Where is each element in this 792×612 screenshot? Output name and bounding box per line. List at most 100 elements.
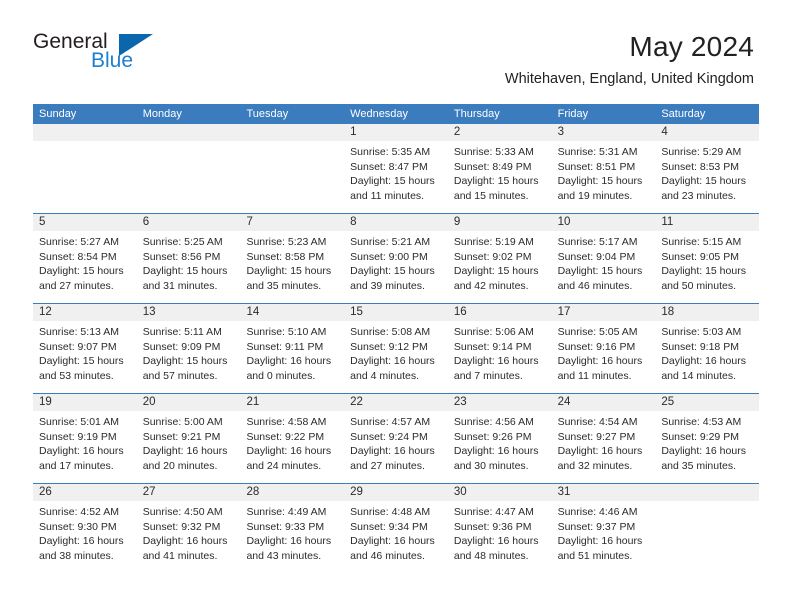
day-cell-4[interactable]: Sunrise: 5:29 AM Sunset: 8:53 PM Daylight:… [655, 141, 759, 213]
day-number-13[interactable]: 13 [137, 304, 241, 321]
day-detail-line: Sunset: 9:36 PM [453, 520, 532, 533]
day-number-2[interactable]: 2 [448, 124, 552, 141]
day-detail-line: Sunset: 9:14 PM [453, 340, 532, 353]
general-blue-logo[interactable]: General Blue [33, 30, 163, 74]
week-detail-cells: Sunrise: 5:35 AM Sunset: 8:47 PM Daylight:… [33, 141, 759, 213]
day-number-14[interactable]: 14 [240, 304, 344, 321]
day-detail-line: and 4 minutes. [350, 369, 420, 382]
day-number-23[interactable]: 23 [448, 394, 552, 411]
day-cell-8[interactable]: Sunrise: 5:21 AM Sunset: 9:00 PM Daylight:… [344, 231, 448, 303]
day-number-18[interactable]: 18 [655, 304, 759, 321]
day-number-29[interactable]: 29 [344, 484, 448, 501]
day-number-empty [33, 124, 137, 141]
title-block: May 2024 Whitehaven, England, United Kin… [505, 30, 756, 90]
day-detail-line: and 32 minutes. [557, 459, 633, 472]
day-detail-line: and 30 minutes. [453, 459, 529, 472]
day-cell-7[interactable]: Sunrise: 5:23 AM Sunset: 8:58 PM Daylight:… [240, 231, 344, 303]
day-cell-26[interactable]: Sunrise: 4:52 AM Sunset: 9:30 PM Daylight:… [33, 501, 137, 573]
day-number-9[interactable]: 9 [448, 214, 552, 231]
day-cell-6[interactable]: Sunrise: 5:25 AM Sunset: 8:56 PM Daylight:… [137, 231, 241, 303]
day-number-16[interactable]: 16 [448, 304, 552, 321]
day-detail-line: Sunset: 9:27 PM [557, 430, 636, 443]
day-number-26[interactable]: 26 [33, 484, 137, 501]
day-number-12[interactable]: 12 [33, 304, 137, 321]
week-detail-cells: Sunrise: 5:27 AM Sunset: 8:54 PM Daylight:… [33, 231, 759, 303]
day-number-4[interactable]: 4 [655, 124, 759, 141]
day-cell-14[interactable]: Sunrise: 5:10 AM Sunset: 9:11 PM Daylight:… [240, 321, 344, 393]
day-cell-23[interactable]: Sunrise: 4:56 AM Sunset: 9:26 PM Daylight:… [448, 411, 552, 483]
day-number-30[interactable]: 30 [448, 484, 552, 501]
day-number-5[interactable]: 5 [33, 214, 137, 231]
day-cell-27[interactable]: Sunrise: 4:50 AM Sunset: 9:32 PM Daylight:… [137, 501, 241, 573]
day-number-8[interactable]: 8 [344, 214, 448, 231]
day-cell-24[interactable]: Sunrise: 4:54 AM Sunset: 9:27 PM Daylight:… [552, 411, 656, 483]
day-detail-line: and 38 minutes. [39, 549, 114, 562]
day-number-28[interactable]: 28 [240, 484, 344, 501]
day-number-6[interactable]: 6 [137, 214, 241, 231]
day-detail-line: and 11 minutes. [350, 189, 425, 202]
day-number-20[interactable]: 20 [137, 394, 241, 411]
day-detail-line: Daylight: 16 hours [453, 445, 539, 457]
day-number-17[interactable]: 17 [552, 304, 656, 321]
day-detail-line: Daylight: 16 hours [246, 445, 332, 457]
day-cell-21[interactable]: Sunrise: 4:58 AM Sunset: 9:22 PM Daylight:… [240, 411, 344, 483]
day-cell-19[interactable]: Sunrise: 5:01 AM Sunset: 9:19 PM Daylight:… [33, 411, 137, 483]
day-cell-15[interactable]: Sunrise: 5:08 AM Sunset: 9:12 PM Daylight:… [344, 321, 448, 393]
day-cell-29[interactable]: Sunrise: 4:48 AM Sunset: 9:34 PM Daylight:… [344, 501, 448, 573]
page-header: General Blue May 2024 Whitehaven, Englan… [0, 0, 792, 87]
day-cell-28[interactable]: Sunrise: 4:49 AM Sunset: 9:33 PM Daylight:… [240, 501, 344, 573]
day-number-15[interactable]: 15 [344, 304, 448, 321]
day-detail-line: Daylight: 15 hours [142, 265, 228, 277]
day-detail-line: Daylight: 15 hours [661, 175, 746, 187]
day-cell-16[interactable]: Sunrise: 5:06 AM Sunset: 9:14 PM Daylight:… [448, 321, 552, 393]
day-cell-30[interactable]: Sunrise: 4:47 AM Sunset: 9:36 PM Daylight:… [448, 501, 552, 573]
day-cell-12[interactable]: Sunrise: 5:13 AM Sunset: 9:07 PM Daylight:… [33, 321, 137, 393]
day-cell-18[interactable]: Sunrise: 5:03 AM Sunset: 9:18 PM Daylight:… [655, 321, 759, 393]
day-number-3[interactable]: 3 [552, 124, 656, 141]
day-number-25[interactable]: 25 [655, 394, 759, 411]
day-cell-20[interactable]: Sunrise: 5:00 AM Sunset: 9:21 PM Daylight:… [137, 411, 241, 483]
day-detail-line: Sunrise: 4:53 AM [661, 416, 742, 428]
day-cell-31[interactable]: Sunrise: 4:46 AM Sunset: 9:37 PM Daylight:… [552, 501, 656, 573]
day-detail-line: Sunset: 9:00 PM [350, 250, 428, 263]
day-number-11[interactable]: 11 [655, 214, 759, 231]
day-cell-3[interactable]: Sunrise: 5:31 AM Sunset: 8:51 PM Daylight:… [552, 141, 656, 213]
day-detail-line: Sunrise: 5:11 AM [142, 326, 222, 338]
day-detail-line: and 23 minutes. [661, 189, 737, 202]
day-cell-17[interactable]: Sunrise: 5:05 AM Sunset: 9:16 PM Daylight:… [552, 321, 656, 393]
day-detail-line: Sunset: 9:11 PM [246, 340, 324, 353]
day-cell-13[interactable]: Sunrise: 5:11 AM Sunset: 9:09 PM Daylight:… [137, 321, 241, 393]
day-number-1[interactable]: 1 [344, 124, 448, 141]
day-number-7[interactable]: 7 [240, 214, 344, 231]
day-detail-line: Sunrise: 4:48 AM [350, 506, 431, 518]
day-detail-line: and 24 minutes. [246, 459, 322, 472]
day-cell-22[interactable]: Sunrise: 4:57 AM Sunset: 9:24 PM Daylight:… [344, 411, 448, 483]
day-cell-1[interactable]: Sunrise: 5:35 AM Sunset: 8:47 PM Daylight:… [344, 141, 448, 213]
day-cell-10[interactable]: Sunrise: 5:17 AM Sunset: 9:04 PM Daylight:… [552, 231, 656, 303]
day-number-10[interactable]: 10 [552, 214, 656, 231]
day-detail-line: and 46 minutes. [557, 279, 633, 292]
day-detail-line: Sunrise: 5:23 AM [246, 236, 327, 248]
day-number-27[interactable]: 27 [137, 484, 241, 501]
day-detail-line: Daylight: 15 hours [350, 265, 435, 277]
day-detail-line: Sunset: 8:51 PM [557, 160, 636, 173]
day-number-21[interactable]: 21 [240, 394, 344, 411]
day-detail-line: Daylight: 16 hours [39, 535, 124, 547]
day-number-24[interactable]: 24 [552, 394, 656, 411]
week-detail-cells: Sunrise: 5:01 AM Sunset: 9:19 PM Daylight:… [33, 411, 759, 483]
week-date-numbers: 12 13 14 15 16 17 18 [33, 304, 759, 321]
day-number-22[interactable]: 22 [344, 394, 448, 411]
day-number-31[interactable]: 31 [552, 484, 656, 501]
day-detail-line: Sunrise: 5:17 AM [557, 236, 638, 248]
day-cell-11[interactable]: Sunrise: 5:15 AM Sunset: 9:05 PM Daylight:… [655, 231, 759, 303]
day-detail-line: Sunrise: 4:54 AM [557, 416, 638, 428]
day-cell-5[interactable]: Sunrise: 5:27 AM Sunset: 8:54 PM Daylight:… [33, 231, 137, 303]
weekday-header-tuesday: Tuesday [246, 108, 289, 120]
calendar-week-row: 12 13 14 15 16 17 18 Sunrise: 5:13 AM Sunset: 9:… [33, 303, 759, 393]
day-cell-9[interactable]: Sunrise: 5:19 AM Sunset: 9:02 PM Daylight:… [448, 231, 552, 303]
day-number-19[interactable]: 19 [33, 394, 137, 411]
day-cell-2[interactable]: Sunrise: 5:33 AM Sunset: 8:49 PM Daylight:… [448, 141, 552, 213]
day-number-empty [137, 124, 241, 141]
day-detail-line: Daylight: 15 hours [453, 265, 539, 277]
day-cell-25[interactable]: Sunrise: 4:53 AM Sunset: 9:29 PM Daylight:… [655, 411, 759, 483]
